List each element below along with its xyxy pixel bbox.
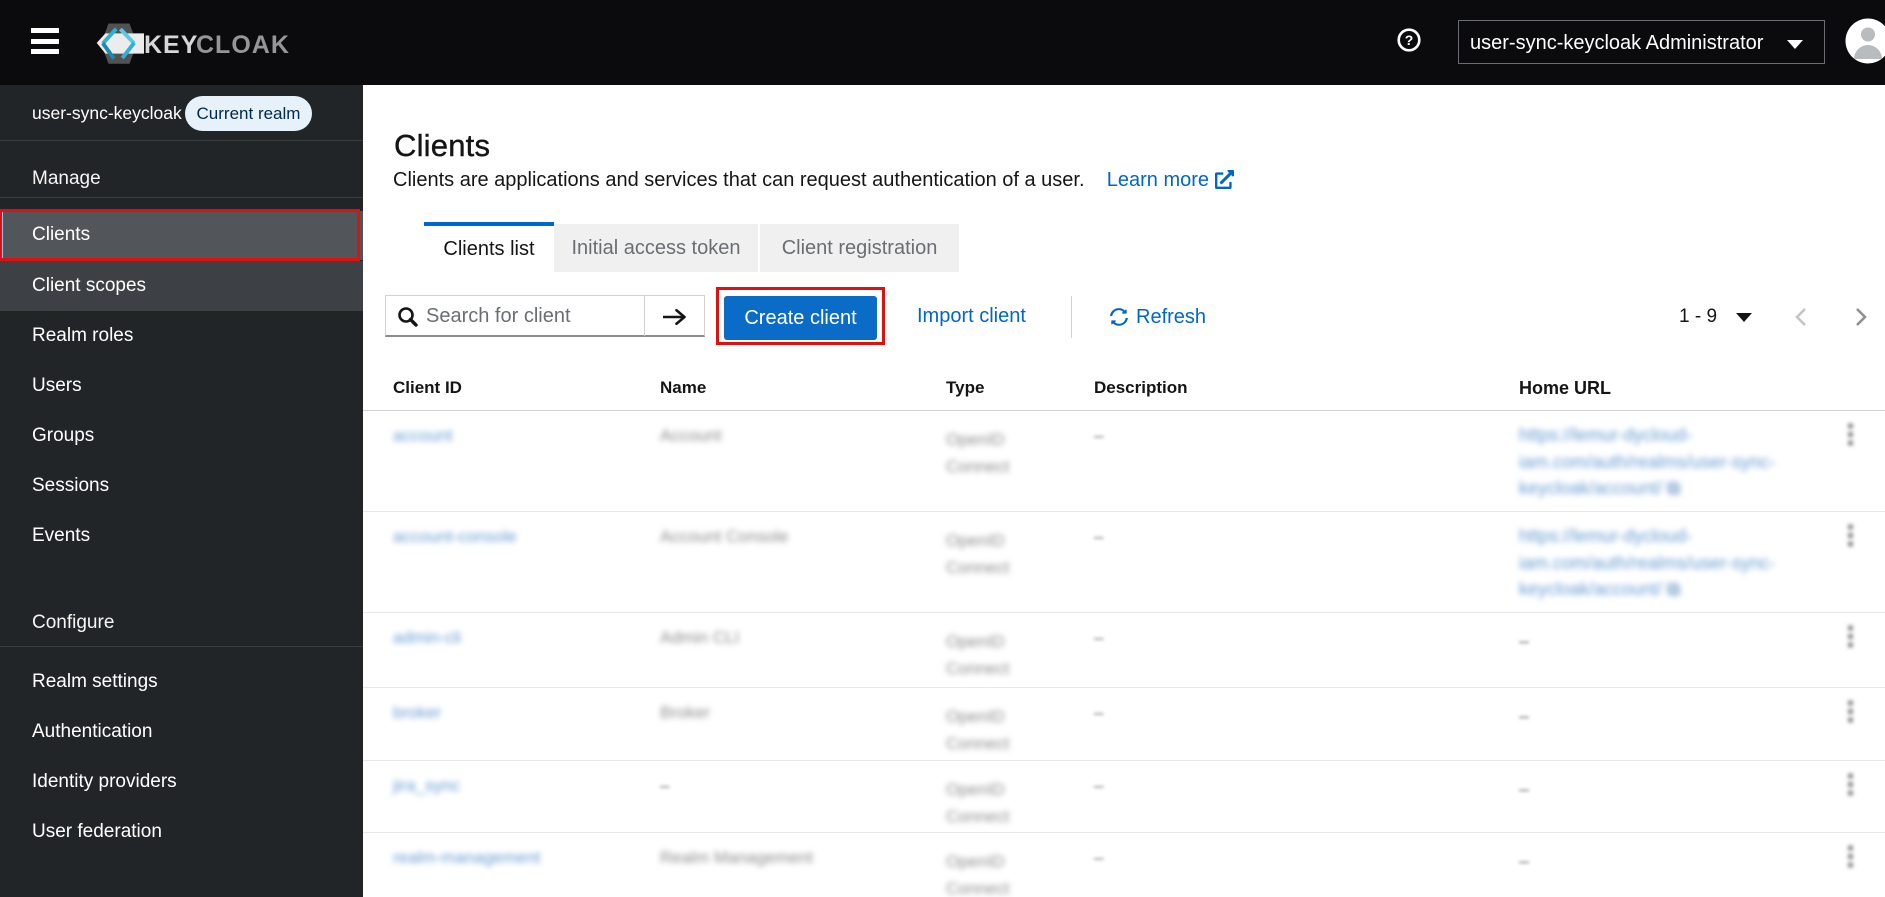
- svg-text:CLOAK: CLOAK: [196, 31, 290, 59]
- svg-text:?: ?: [1405, 32, 1414, 48]
- svg-text:KEY: KEY: [144, 31, 198, 59]
